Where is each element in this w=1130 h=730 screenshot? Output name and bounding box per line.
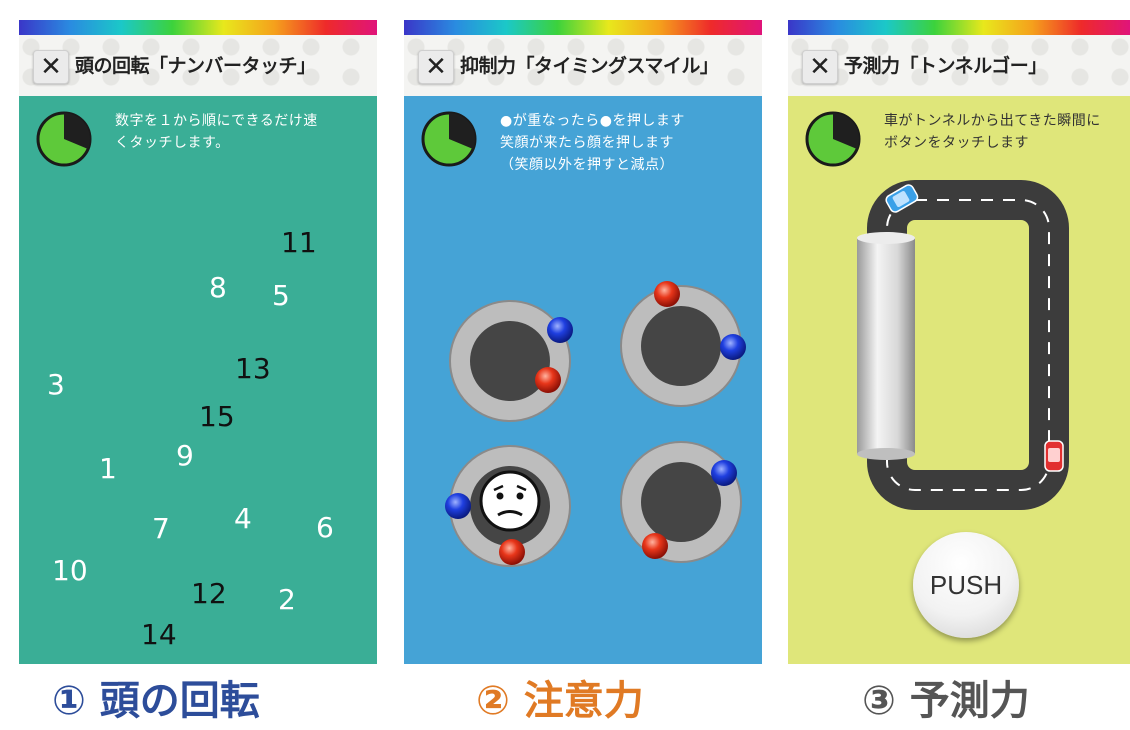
number-tile[interactable]: 6: [316, 511, 334, 544]
tunnel-icon: [857, 232, 915, 460]
number-tile[interactable]: 14: [141, 618, 177, 651]
number-tile[interactable]: 5: [272, 279, 290, 312]
timer-pie-icon: [36, 111, 92, 167]
game-area: 車がトンネルから出てきた瞬間に ボタンをタッチします PUSH: [788, 96, 1130, 664]
panel-header: ✕ 予測力「トンネルゴー」: [788, 35, 1130, 96]
number-tile[interactable]: 8: [209, 271, 227, 304]
number-tile[interactable]: 10: [52, 554, 88, 587]
game-title: 頭の回転「ナンバータッチ」: [75, 55, 316, 77]
number-tile[interactable]: 12: [191, 577, 227, 610]
game-area: ●が重なったら●を押します 笑顔が来たら顔を押します （笑顔以外を押すと減点）: [404, 96, 762, 664]
game-panel-number-touch: ✕ 頭の回転「ナンバータッチ」 数字を１から順にできるだけ速 くタッチします。 …: [19, 20, 377, 664]
blue-ball-icon: [445, 493, 471, 519]
close-button[interactable]: ✕: [802, 50, 838, 84]
panel-header: ✕ 抑制力「タイミングスマイル」: [404, 35, 762, 96]
number-tile[interactable]: 4: [234, 502, 252, 535]
dial-2[interactable]: [620, 281, 746, 407]
number-tile[interactable]: 2: [278, 583, 296, 616]
game-title: 予測力「トンネルゴー」: [844, 55, 1047, 77]
caption-attention: ② 注意力: [476, 678, 644, 724]
caption-head-rotation: ① 頭の回転: [52, 678, 260, 724]
rainbow-bar: [788, 20, 1130, 35]
rainbow-bar: [404, 20, 762, 35]
number-tile[interactable]: 7: [152, 512, 170, 545]
game-panel-tunnel-go: ✕ 予測力「トンネルゴー」 車がトンネルから出てきた瞬間に ボタンをタッチします: [788, 20, 1130, 664]
worried-face-icon: [479, 470, 541, 532]
dial-4[interactable]: [620, 441, 742, 563]
close-button[interactable]: ✕: [33, 50, 69, 84]
push-button[interactable]: PUSH: [913, 532, 1019, 638]
rainbow-bar: [19, 20, 377, 35]
dial-field: [445, 281, 746, 567]
game-area: 数字を１から順にできるだけ速 くタッチします。 11 8 5 3 13 15 9 1 7 4 6 10…: [19, 96, 377, 664]
close-button[interactable]: ✕: [418, 50, 454, 84]
blue-ball-icon: [720, 334, 746, 360]
number-tile[interactable]: 11: [281, 226, 317, 259]
number-tile[interactable]: 15: [199, 400, 235, 433]
blue-ball-icon: [547, 317, 573, 343]
red-ball-icon: [535, 367, 561, 393]
red-ball-icon: [654, 281, 680, 307]
red-car-icon: [1044, 440, 1064, 472]
number-tile[interactable]: 3: [47, 368, 65, 401]
dial-1[interactable]: [449, 300, 573, 422]
caption-prediction: ③ 予測力: [862, 678, 1030, 724]
red-ball-icon: [499, 539, 525, 565]
panel-header: ✕ 頭の回転「ナンバータッチ」: [19, 35, 377, 96]
game-panel-timing-smile: ✕ 抑制力「タイミングスマイル」 ●が重なったら●を押します 笑顔が来たら顔を押…: [404, 20, 762, 664]
number-tile[interactable]: 9: [176, 439, 194, 472]
instructions: 数字を１から順にできるだけ速 くタッチします。: [115, 113, 318, 151]
red-ball-icon: [642, 533, 668, 559]
number-tile[interactable]: 13: [235, 352, 271, 385]
number-tile[interactable]: 1: [99, 452, 117, 485]
dial-3-face[interactable]: [445, 445, 571, 567]
blue-ball-icon: [711, 460, 737, 486]
game-title: 抑制力「タイミングスマイル」: [460, 55, 719, 77]
